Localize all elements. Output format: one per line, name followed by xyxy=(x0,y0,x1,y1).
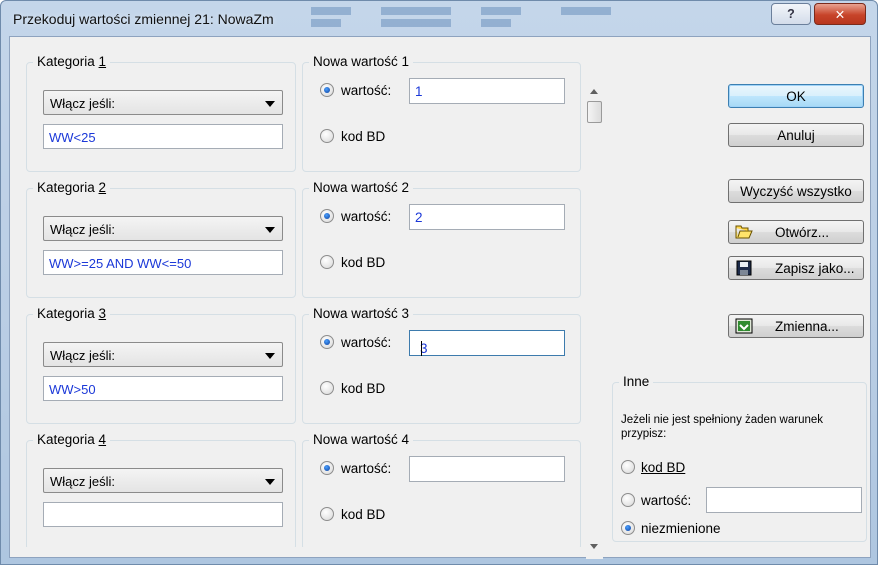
value-input[interactable]: 3 xyxy=(409,330,565,356)
inne-unchanged-label: niezmienione xyxy=(641,521,721,536)
value-radio-label: wartość: xyxy=(341,83,392,98)
kod-bd-label: kod BD xyxy=(341,255,386,270)
condition-expression-input[interactable]: WW>=25 AND WW<=50 xyxy=(43,250,283,275)
new-value-label: Nowa wartość 3 xyxy=(309,306,414,321)
chevron-down-icon xyxy=(265,479,275,485)
condition-combo[interactable]: Włącz jeśli: xyxy=(43,468,283,493)
dialog-client: Kategoria 1 Włącz jeśli: WW<25 Nowa wart… xyxy=(9,36,871,559)
chevron-down-icon xyxy=(265,227,275,233)
category-block-1: Kategoria 1 Włącz jeśli: WW<25 Nowa wart… xyxy=(22,47,596,173)
scroll-up-icon[interactable] xyxy=(590,89,598,94)
inne-kod-bd-radio[interactable] xyxy=(621,460,635,474)
help-button[interactable]: ? xyxy=(771,3,811,25)
category-block-2: Kategoria 2 Włącz jeśli: WW>=25 AND WW<=… xyxy=(22,173,596,299)
new-value-group-4: Nowa wartość 4 wartość: kod BD xyxy=(302,432,581,547)
new-value-label: Nowa wartość 1 xyxy=(309,54,414,69)
category-label: Kategoria 3 xyxy=(33,306,111,321)
value-input[interactable]: 1 xyxy=(409,78,565,104)
inne-value-input[interactable] xyxy=(706,487,862,513)
new-value-group-1: Nowa wartość 1 wartość: 1 kod BD xyxy=(302,54,581,172)
inne-label: Inne xyxy=(619,374,654,389)
category-group-4: Kategoria 4 Włącz jeśli: xyxy=(26,432,296,547)
category-group-2: Kategoria 2 Włącz jeśli: WW>=25 AND WW<=… xyxy=(26,180,296,298)
folder-open-icon xyxy=(735,225,753,239)
close-button[interactable]: ✕ xyxy=(814,3,866,25)
clear-all-button[interactable]: Wyczyść wszystko xyxy=(728,179,864,203)
variable-button[interactable]: Zmienna... xyxy=(728,314,864,338)
categories-panel: Kategoria 1 Włącz jeśli: WW<25 Nowa wart… xyxy=(22,47,596,547)
inne-value-label: wartość: xyxy=(641,493,692,508)
floppy-disk-icon xyxy=(736,260,752,276)
inne-value-radio[interactable] xyxy=(621,493,635,507)
value-radio-label: wartość: xyxy=(341,209,392,224)
background-blur xyxy=(301,3,701,31)
inne-description: Jeżeli nie jest spełniony żaden warunek … xyxy=(621,414,824,440)
kod-bd-label: kod BD xyxy=(341,507,386,522)
new-value-group-3: Nowa wartość 3 wartość: 3 kod BD xyxy=(302,306,581,424)
new-value-label: Nowa wartość 2 xyxy=(309,180,414,195)
value-radio[interactable] xyxy=(320,83,334,97)
value-radio-label: wartość: xyxy=(341,335,392,350)
title-bar: Przekoduj wartości zmiennej 21: NowaZm ?… xyxy=(1,1,877,35)
inne-unchanged-radio[interactable] xyxy=(621,521,635,535)
value-input[interactable]: 2 xyxy=(409,204,565,230)
category-block-3: Kategoria 3 Włącz jeśli: WW>50 Nowa wart… xyxy=(22,299,596,425)
condition-expression-input[interactable] xyxy=(43,502,283,527)
new-value-group-2: Nowa wartość 2 wartość: 2 kod BD xyxy=(302,180,581,298)
ok-button[interactable]: OK xyxy=(728,84,864,108)
kod-bd-radio[interactable] xyxy=(320,381,334,395)
kod-bd-label: kod BD xyxy=(341,129,386,144)
value-input[interactable] xyxy=(409,456,565,482)
categories-scrollbar[interactable] xyxy=(586,83,603,559)
new-value-label: Nowa wartość 4 xyxy=(309,432,414,447)
value-radio[interactable] xyxy=(320,209,334,223)
text-caret xyxy=(421,341,422,356)
open-button[interactable]: Otwórz... xyxy=(728,220,864,244)
inne-kod-bd-label: kod BD xyxy=(641,460,686,475)
scroll-thumb[interactable] xyxy=(587,101,602,123)
category-group-3: Kategoria 3 Włącz jeśli: WW>50 xyxy=(26,306,296,424)
chevron-down-icon xyxy=(265,101,275,107)
value-radio-label: wartość: xyxy=(341,461,392,476)
window-title: Przekoduj wartości zmiennej 21: NowaZm xyxy=(13,11,274,27)
inne-group: Inne Jeżeli nie jest spełniony żaden war… xyxy=(612,374,867,542)
kod-bd-radio[interactable] xyxy=(320,507,334,521)
category-label: Kategoria 2 xyxy=(33,180,111,195)
condition-combo[interactable]: Włącz jeśli: xyxy=(43,342,283,367)
category-group-1: Kategoria 1 Włącz jeśli: WW<25 xyxy=(26,54,296,172)
save-as-button[interactable]: Zapisz jako... xyxy=(728,256,864,280)
chevron-down-icon xyxy=(265,353,275,359)
value-radio[interactable] xyxy=(320,461,334,475)
condition-expression-input[interactable]: WW>50 xyxy=(43,376,283,401)
cancel-button[interactable]: Anuluj xyxy=(728,123,864,147)
scroll-down-icon[interactable] xyxy=(590,544,598,549)
close-icon: ✕ xyxy=(834,7,846,22)
category-label: Kategoria 4 xyxy=(33,432,111,447)
value-radio[interactable] xyxy=(320,335,334,349)
condition-combo[interactable]: Włącz jeśli: xyxy=(43,90,283,115)
condition-combo[interactable]: Włącz jeśli: xyxy=(43,216,283,241)
kod-bd-radio[interactable] xyxy=(320,255,334,269)
category-block-4: Kategoria 4 Włącz jeśli: Nowa wartość 4 … xyxy=(22,425,596,547)
dialog-window: Przekoduj wartości zmiennej 21: NowaZm ?… xyxy=(0,0,878,565)
variable-icon xyxy=(735,318,753,334)
condition-expression-input[interactable]: WW<25 xyxy=(43,124,283,149)
kod-bd-radio[interactable] xyxy=(320,129,334,143)
help-icon: ? xyxy=(787,7,795,21)
category-label: Kategoria 1 xyxy=(33,54,111,69)
kod-bd-label: kod BD xyxy=(341,381,386,396)
